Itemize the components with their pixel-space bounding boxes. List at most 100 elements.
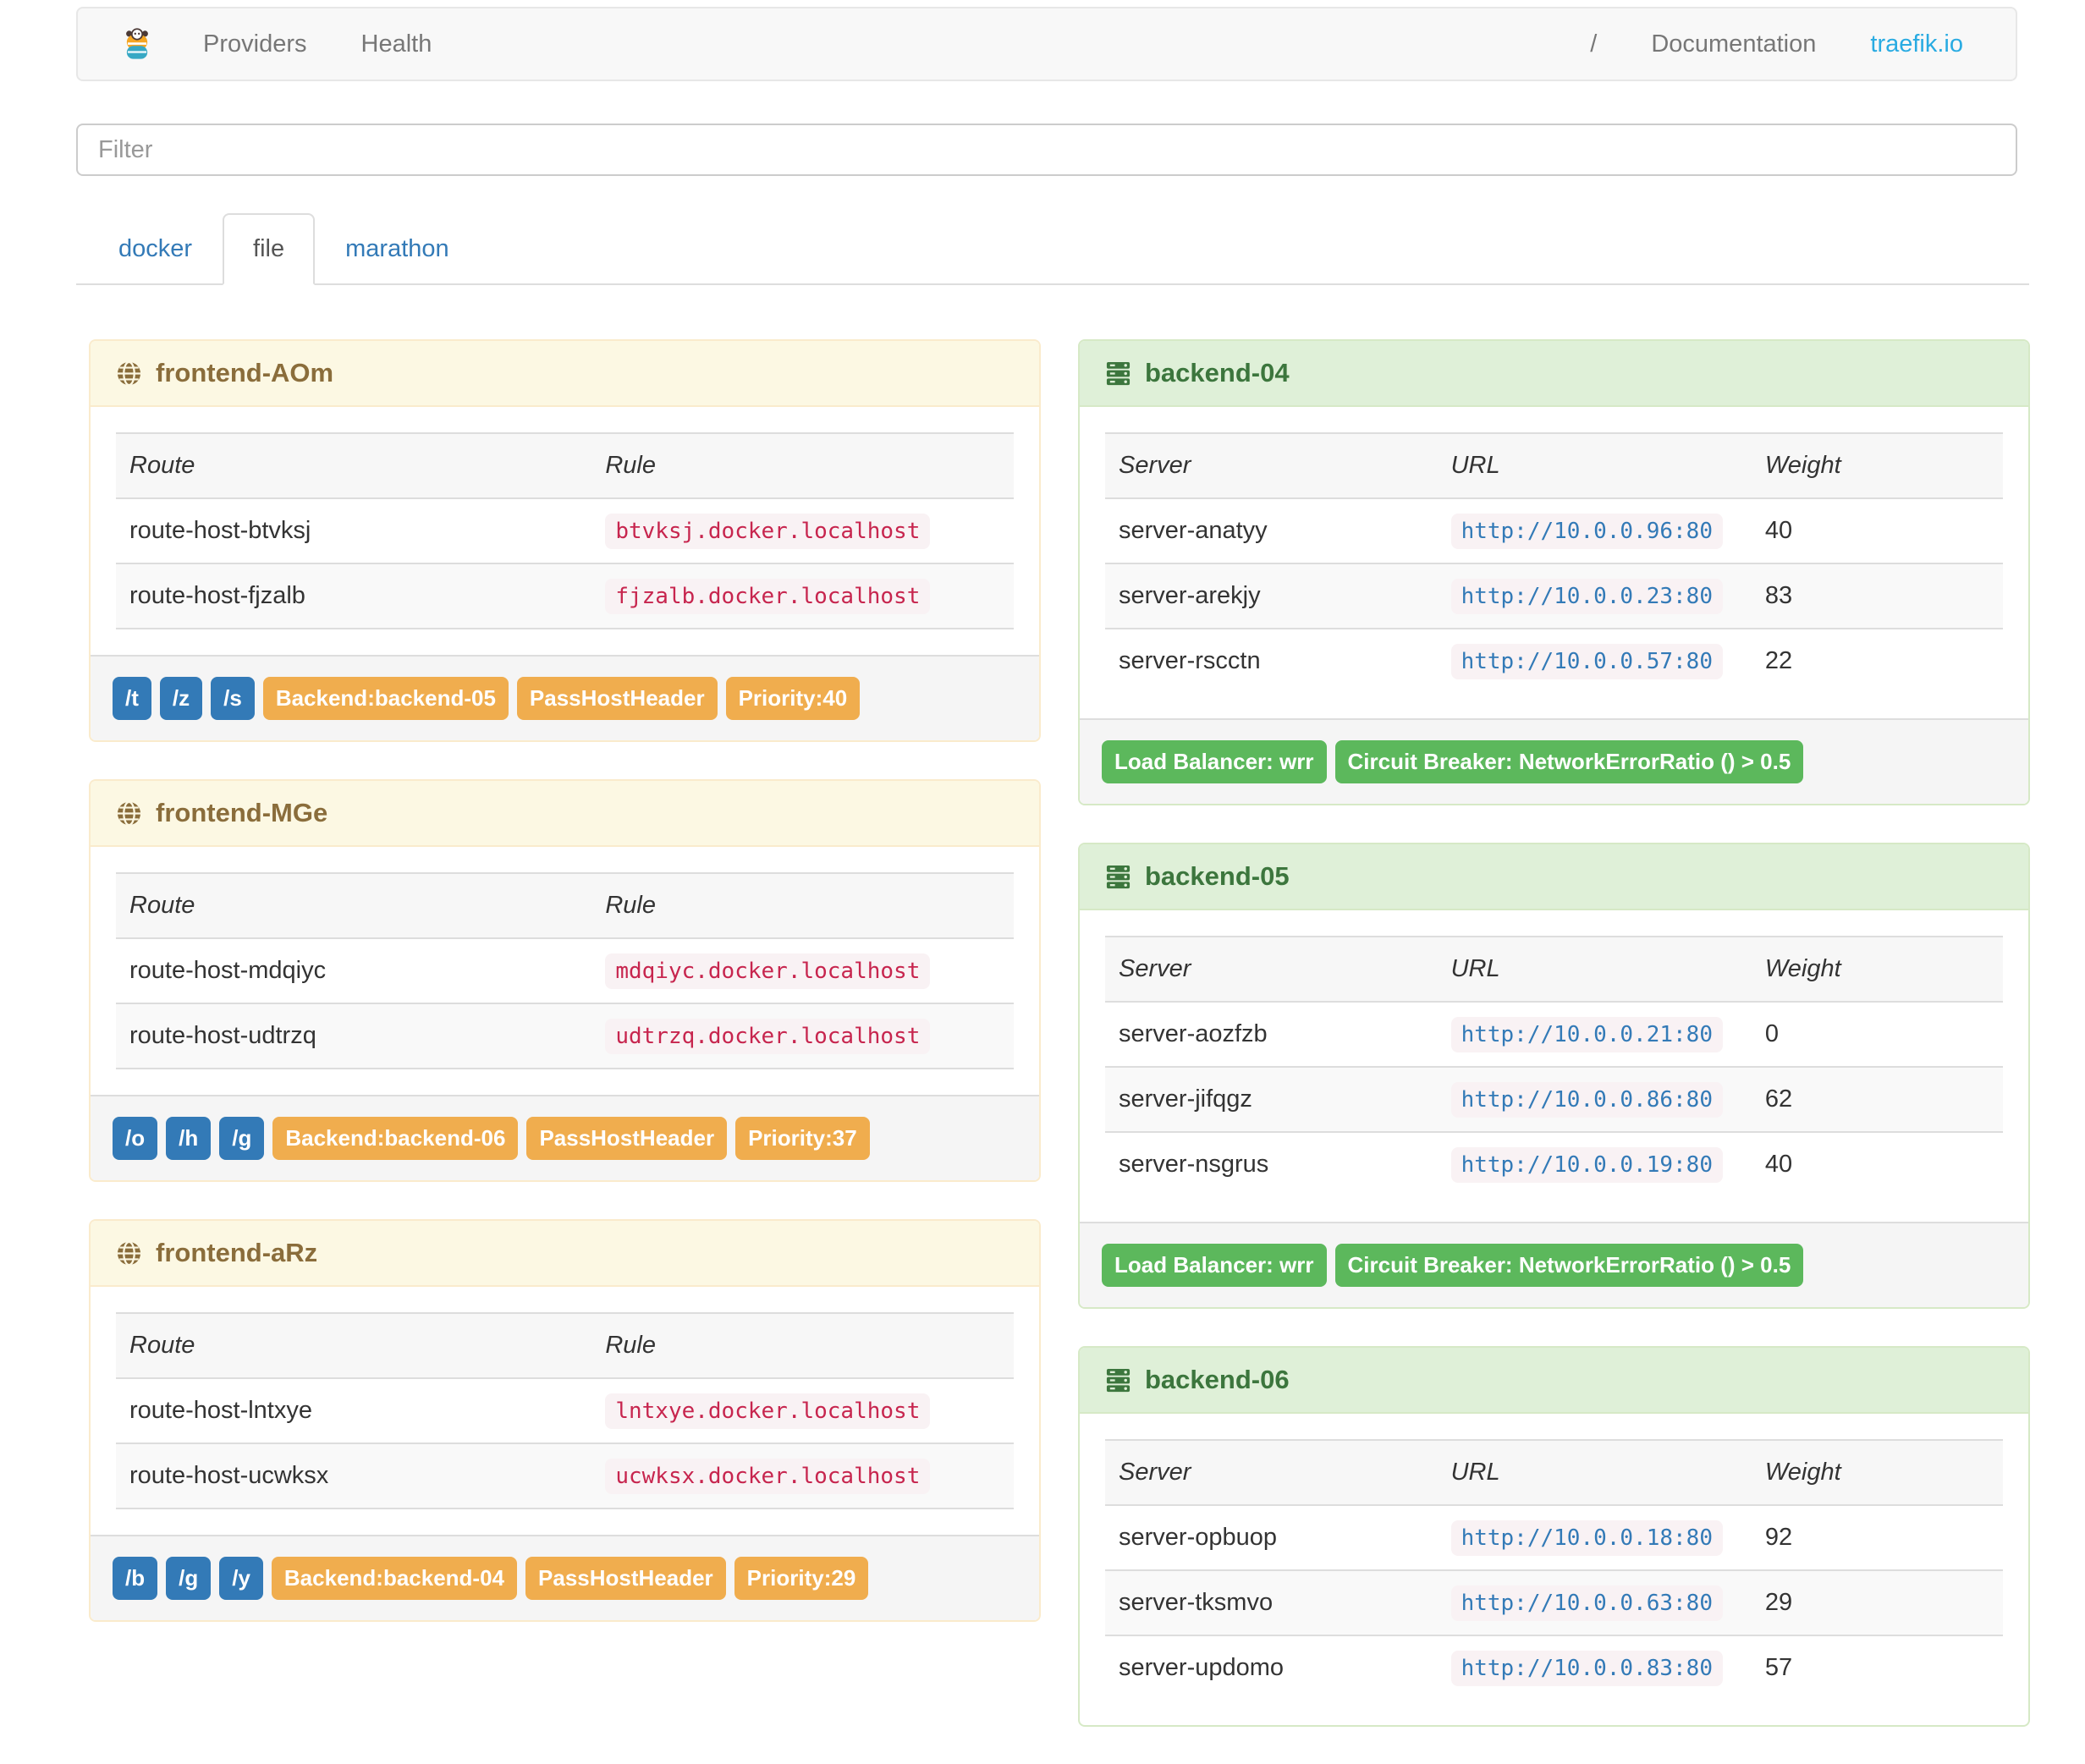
path-badge: /o [113, 1117, 158, 1160]
frontend-panel: frontend-MGe Route Rule route-host-mdqiyc md… [89, 779, 1041, 1182]
server-weight-cell: 40 [1764, 1151, 1793, 1178]
server-weight-cell: 57 [1764, 1654, 1793, 1681]
priority-badge: Priority:37 [735, 1117, 870, 1160]
route-name-cell: route-host-btvksj [129, 517, 311, 544]
rule-code: udtrzq.docker.localhost [605, 1019, 931, 1054]
rule-code: mdqiyc.docker.localhost [605, 953, 931, 989]
url-code: http://10.0.0.23:80 [1450, 579, 1723, 614]
nav-root-path-link[interactable]: / [1563, 30, 1624, 58]
server-name-cell: server-jifqgz [1119, 1085, 1252, 1113]
server-url-cell: http://10.0.0.86:80 [1438, 1067, 1752, 1132]
server-weight-cell: 92 [1764, 1524, 1793, 1551]
filter-input[interactable] [76, 124, 2017, 176]
globe-icon [116, 360, 142, 387]
column-header-server: Server [1119, 1459, 1191, 1486]
tab-file[interactable]: file [223, 213, 316, 285]
frontend-panel-footer: /b/g/y Backend:backend-04 PassHostHeader Pr… [91, 1535, 1039, 1620]
server-url-cell: http://10.0.0.83:80 [1438, 1635, 1752, 1700]
passhostheader-badge: PassHostHeader [526, 1117, 728, 1160]
column-header-route: Route [129, 1332, 195, 1359]
server-icon [1105, 360, 1131, 387]
backend-table-body: server-anatyy http://10.0.0.96:80 40 server… [1105, 498, 2003, 693]
frontend-panel-title: frontend-aRz [156, 1238, 318, 1267]
rule-code: btvksj.docker.localhost [605, 514, 931, 549]
frontend-table-header-row: Route Rule [116, 433, 1014, 498]
column-header-server: Server [1119, 955, 1191, 982]
table-row: route-host-lntxye lntxye.docker.localhost [116, 1378, 1014, 1443]
frontend-panel-body: Route Rule route-host-btvksj btvksj.docker.… [91, 407, 1039, 655]
frontend-table-header-row: Route Rule [116, 873, 1014, 938]
route-rule-cell: btvksj.docker.localhost [591, 498, 1014, 563]
column-header-weight: Weight [1764, 955, 1841, 982]
priority-badge: Priority:29 [734, 1557, 869, 1600]
traefik-logo-icon[interactable] [78, 26, 176, 62]
route-name-cell: route-host-fjzalb [129, 582, 305, 609]
url-code: http://10.0.0.18:80 [1450, 1520, 1723, 1556]
backend-panel-heading: backend-05 [1080, 844, 2028, 910]
path-badge: /z [159, 677, 203, 720]
table-row: server-updomo http://10.0.0.83:80 57 [1105, 1635, 2003, 1700]
load-balancer-badge: Load Balancer: wrr [1102, 1244, 1327, 1287]
server-url-cell: http://10.0.0.19:80 [1438, 1132, 1752, 1196]
backend-ref-badge: Backend:backend-06 [272, 1117, 519, 1160]
server-url-cell: http://10.0.0.96:80 [1438, 498, 1752, 563]
backend-panel-title: backend-06 [1145, 1365, 1290, 1394]
backend-table-body: server-opbuop http://10.0.0.18:80 92 server… [1105, 1505, 2003, 1700]
frontend-routes-table: Route Rule route-host-btvksj btvksj.docker.… [116, 432, 1014, 629]
tab-docker[interactable]: docker [88, 213, 223, 285]
table-row: server-opbuop http://10.0.0.18:80 92 [1105, 1505, 2003, 1570]
server-name-cell: server-arekjy [1119, 582, 1261, 609]
server-weight-cell: 29 [1764, 1589, 1793, 1616]
frontend-table-header-row: Route Rule [116, 1313, 1014, 1378]
server-weight-cell: 83 [1764, 582, 1793, 609]
frontend-table-header: Route Rule [116, 1313, 1014, 1378]
path-badge: /y [219, 1557, 263, 1600]
url-code: http://10.0.0.21:80 [1450, 1017, 1723, 1052]
backend-panel-footer: Load Balancer: wrr Circuit Breaker: Netwo… [1080, 1222, 2028, 1307]
url-code: http://10.0.0.96:80 [1450, 514, 1723, 549]
frontend-panel: frontend-aRz Route Rule route-host-lntxye ln… [89, 1219, 1041, 1622]
backend-table-header-row: Server URL Weight [1105, 1440, 2003, 1505]
url-code: http://10.0.0.19:80 [1450, 1147, 1723, 1183]
frontend-table-body: route-host-mdqiyc mdqiyc.docker.localhost… [116, 938, 1014, 1069]
backend-table-header: Server URL Weight [1105, 1440, 2003, 1505]
route-rule-cell: ucwksx.docker.localhost [591, 1443, 1014, 1508]
path-badge: /t [113, 677, 151, 720]
backend-ref-badge: Backend:backend-05 [262, 677, 509, 720]
nav-traefik-io-link[interactable]: traefik.io [1843, 30, 1990, 58]
table-row: server-jifqgz http://10.0.0.86:80 62 [1105, 1067, 2003, 1132]
frontend-routes-table: Route Rule route-host-mdqiyc mdqiyc.docker.… [116, 872, 1014, 1069]
rule-code: lntxye.docker.localhost [605, 1393, 931, 1429]
path-badge: /g [219, 1117, 265, 1160]
route-rule-cell: udtrzq.docker.localhost [591, 1003, 1014, 1069]
globe-icon [116, 800, 142, 827]
top-navbar: Providers Health / Documentation traefik… [76, 7, 2017, 81]
frontend-routes-table: Route Rule route-host-lntxye lntxye.docker.… [116, 1312, 1014, 1509]
server-name-cell: server-updomo [1119, 1654, 1285, 1681]
column-header-weight: Weight [1764, 452, 1841, 479]
route-name-cell: route-host-udtrzq [129, 1022, 316, 1049]
server-url-cell: http://10.0.0.57:80 [1438, 629, 1752, 693]
nav-providers-link[interactable]: Providers [176, 30, 334, 58]
backend-panel: backend-04 Server URL Weight server-anatyy ht… [1078, 339, 2030, 805]
column-header-route: Route [129, 452, 195, 479]
server-icon [1105, 864, 1131, 890]
column-header-weight: Weight [1764, 1459, 1841, 1486]
server-name-cell: server-rscctn [1119, 647, 1261, 674]
globe-icon [116, 1240, 142, 1267]
table-row: route-host-mdqiyc mdqiyc.docker.localhost [116, 938, 1014, 1003]
server-weight-cell: 62 [1764, 1085, 1793, 1113]
nav-documentation-link[interactable]: Documentation [1624, 30, 1843, 58]
column-header-rule: Rule [605, 1332, 656, 1359]
server-name-cell: server-opbuop [1119, 1524, 1277, 1551]
table-row: server-aozfzb http://10.0.0.21:80 0 [1105, 1002, 2003, 1067]
path-badge: /b [113, 1557, 158, 1600]
path-badge: /h [166, 1117, 212, 1160]
nav-health-link[interactable]: Health [334, 30, 459, 58]
server-url-cell: http://10.0.0.21:80 [1438, 1002, 1752, 1067]
load-balancer-badge: Load Balancer: wrr [1102, 740, 1327, 783]
route-name-cell: route-host-lntxye [129, 1397, 312, 1424]
backend-panel-footer: Load Balancer: wrr Circuit Breaker: Netwo… [1080, 718, 2028, 804]
table-row: server-rscctn http://10.0.0.57:80 22 [1105, 629, 2003, 693]
tab-marathon[interactable]: marathon [315, 213, 480, 285]
